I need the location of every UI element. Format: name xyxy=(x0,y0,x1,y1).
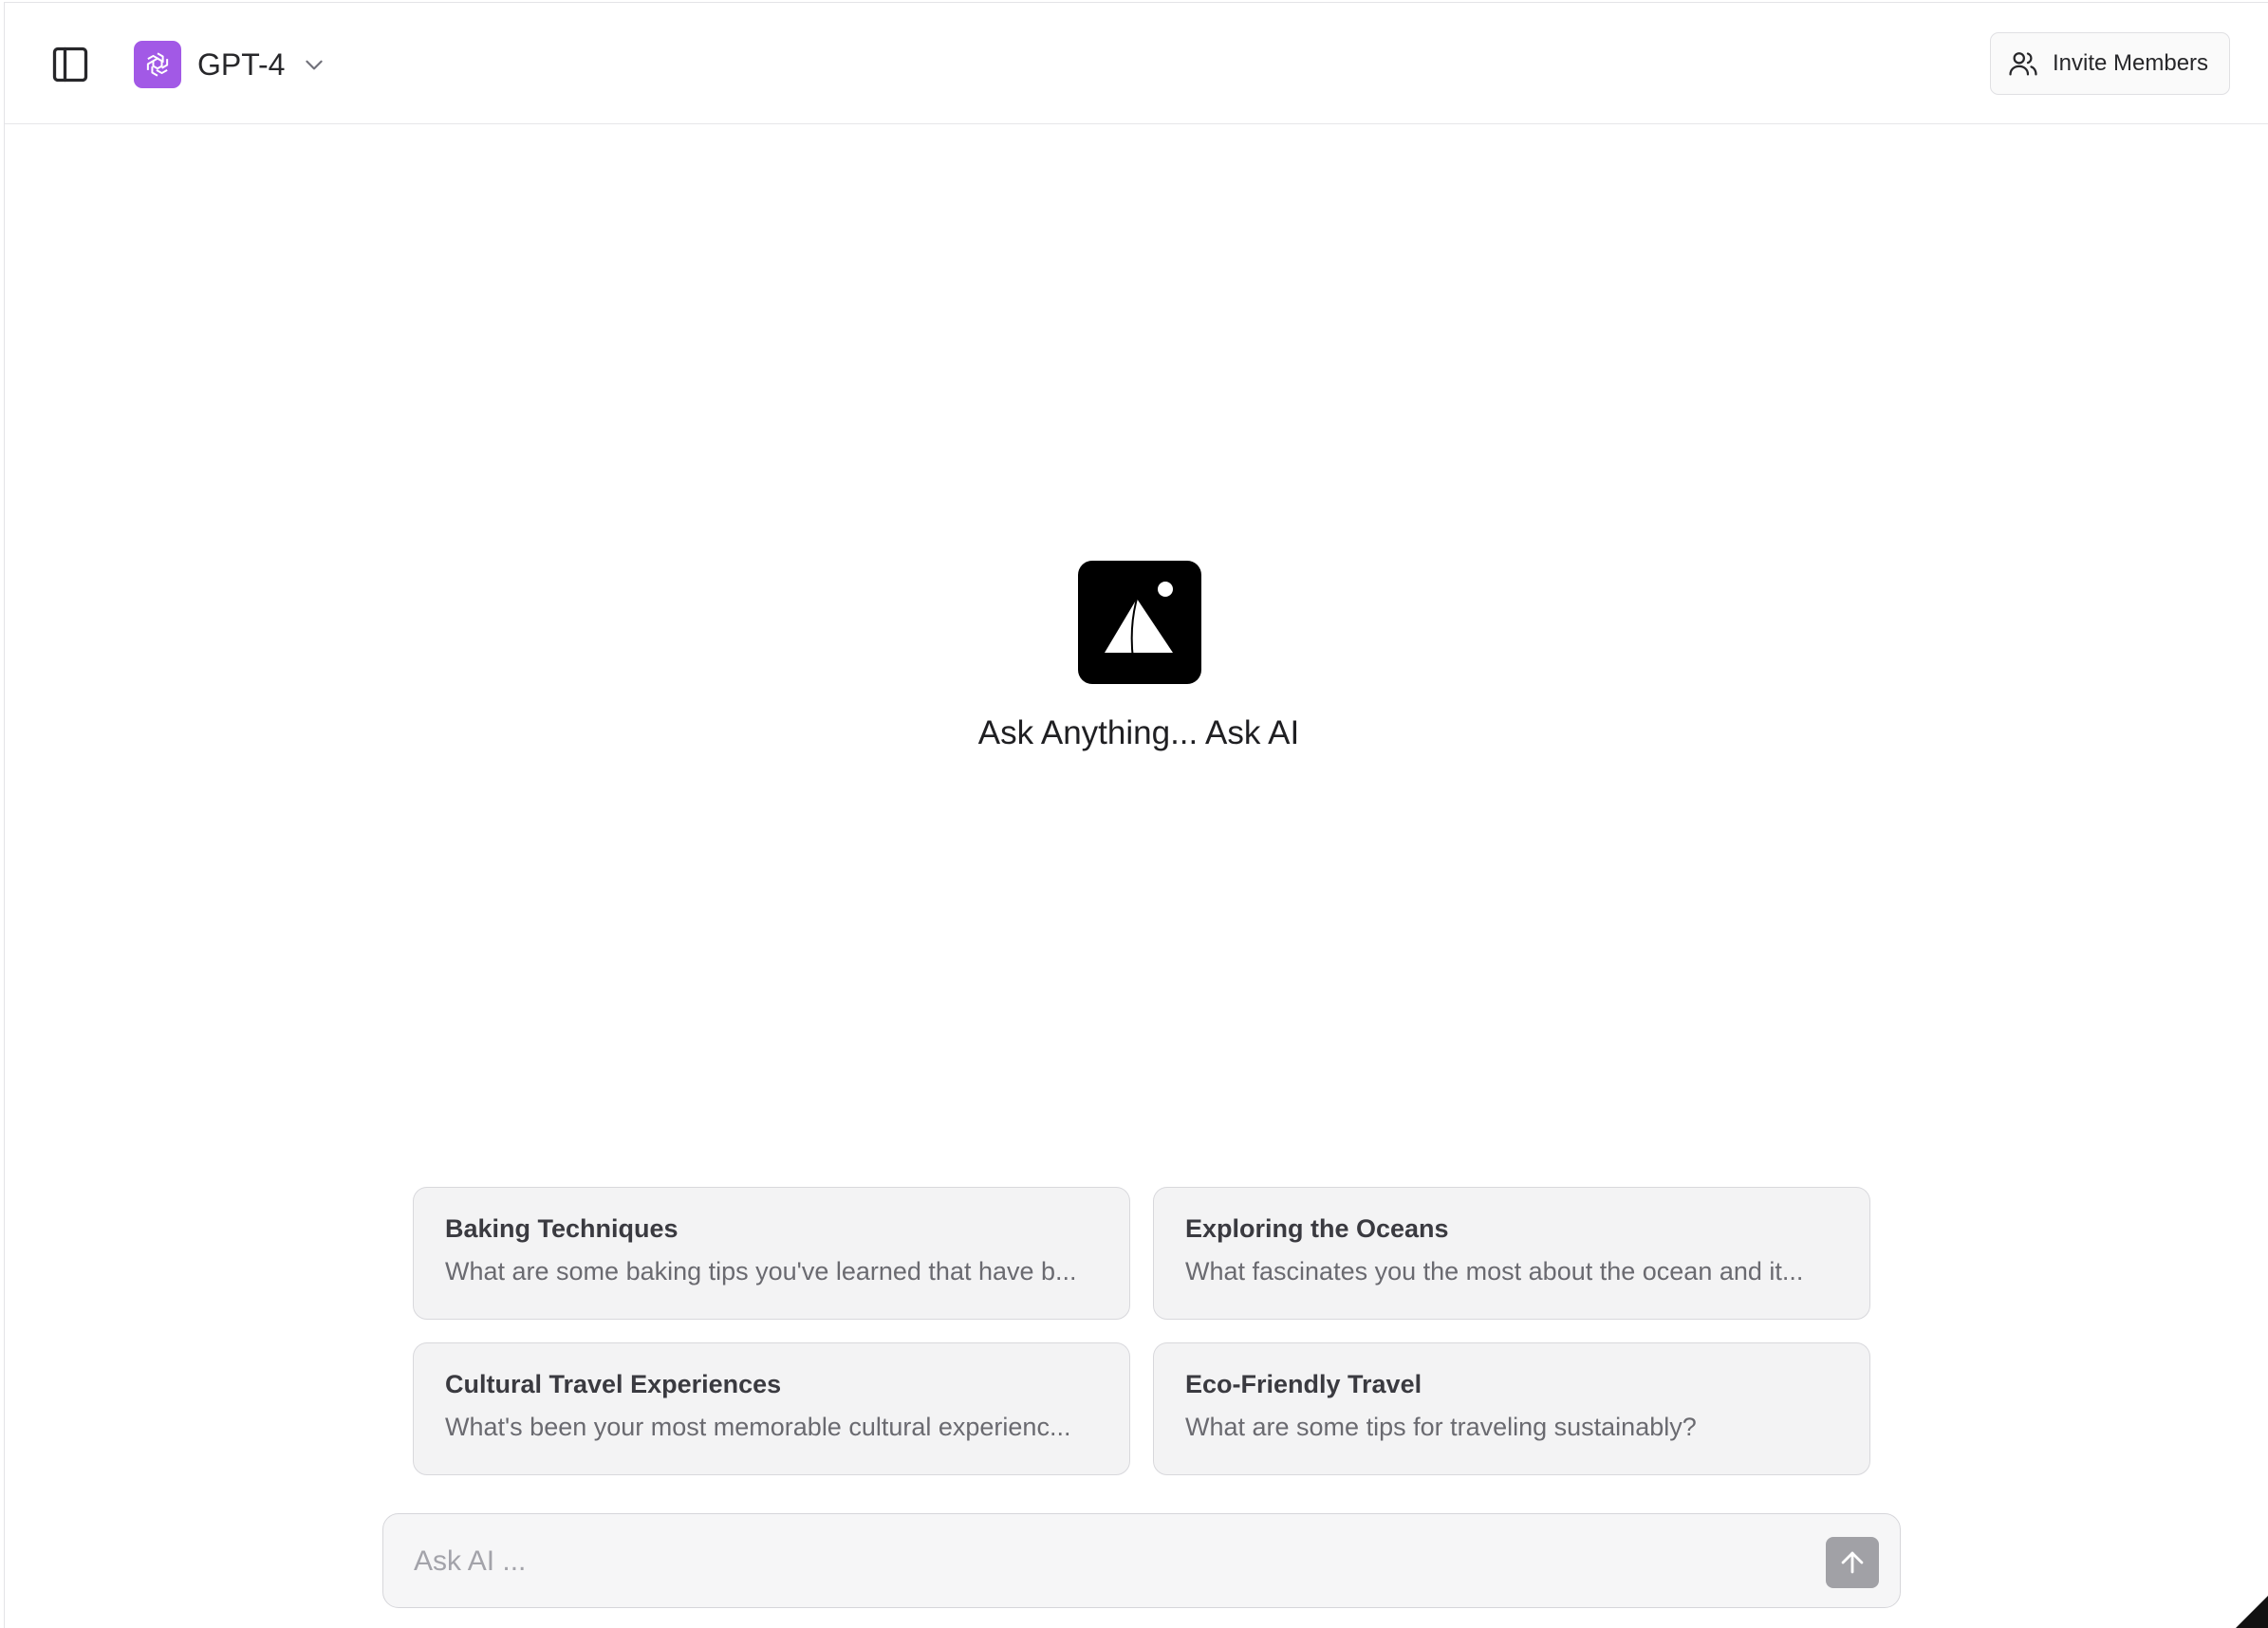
suggestion-description: What fascinates you the most about the o… xyxy=(1185,1257,1804,1286)
suggestion-title: Baking Techniques xyxy=(445,1214,679,1243)
suggestion-grid: Baking Techniques What are some baking t… xyxy=(413,1187,1870,1475)
suggestion-description: What are some baking tips you've learned… xyxy=(445,1257,1077,1286)
hero-headline: Ask Anything... Ask AI xyxy=(977,714,1300,751)
suggestion-card[interactable]: Eco-Friendly Travel What are some tips f… xyxy=(1153,1342,1870,1475)
invite-members-button[interactable]: Invite Members xyxy=(1990,32,2230,95)
sidebar-toggle-button[interactable] xyxy=(43,37,98,92)
invite-members-label: Invite Members xyxy=(2053,50,2209,76)
send-button[interactable] xyxy=(1826,1537,1879,1588)
openai-logo-icon xyxy=(134,41,181,88)
suggestion-card[interactable]: Exploring the Oceans What fascinates you… xyxy=(1153,1187,1870,1320)
model-name: GPT-4 xyxy=(197,46,286,82)
suggestion-description: What are some tips for traveling sustain… xyxy=(1185,1413,1697,1441)
chevron-down-icon xyxy=(302,52,326,77)
ask-ai-input[interactable] xyxy=(414,1541,1799,1582)
suggestion-title: Eco-Friendly Travel xyxy=(1185,1370,1422,1398)
app-window: GPT-4 Invite Members Ask Anything... Ask… xyxy=(4,2,2268,1628)
composer xyxy=(382,1513,1901,1608)
suggestion-title: Exploring the Oceans xyxy=(1185,1214,1449,1243)
suggestion-card[interactable]: Cultural Travel Experiences What's been … xyxy=(413,1342,1130,1475)
arrow-up-icon xyxy=(1841,1551,1864,1574)
suggestion-title: Cultural Travel Experiences xyxy=(445,1370,782,1398)
suggestion-card[interactable]: Baking Techniques What are some baking t… xyxy=(413,1187,1130,1320)
top-bar: GPT-4 Invite Members xyxy=(5,3,2268,124)
users-icon xyxy=(2009,52,2037,76)
sidebar-toggle-icon xyxy=(52,46,88,83)
suggestion-description: What's been your most memorable cultural… xyxy=(445,1413,1071,1441)
model-selector[interactable]: GPT-4 xyxy=(134,39,326,90)
sail-logo-icon xyxy=(1078,561,1201,684)
